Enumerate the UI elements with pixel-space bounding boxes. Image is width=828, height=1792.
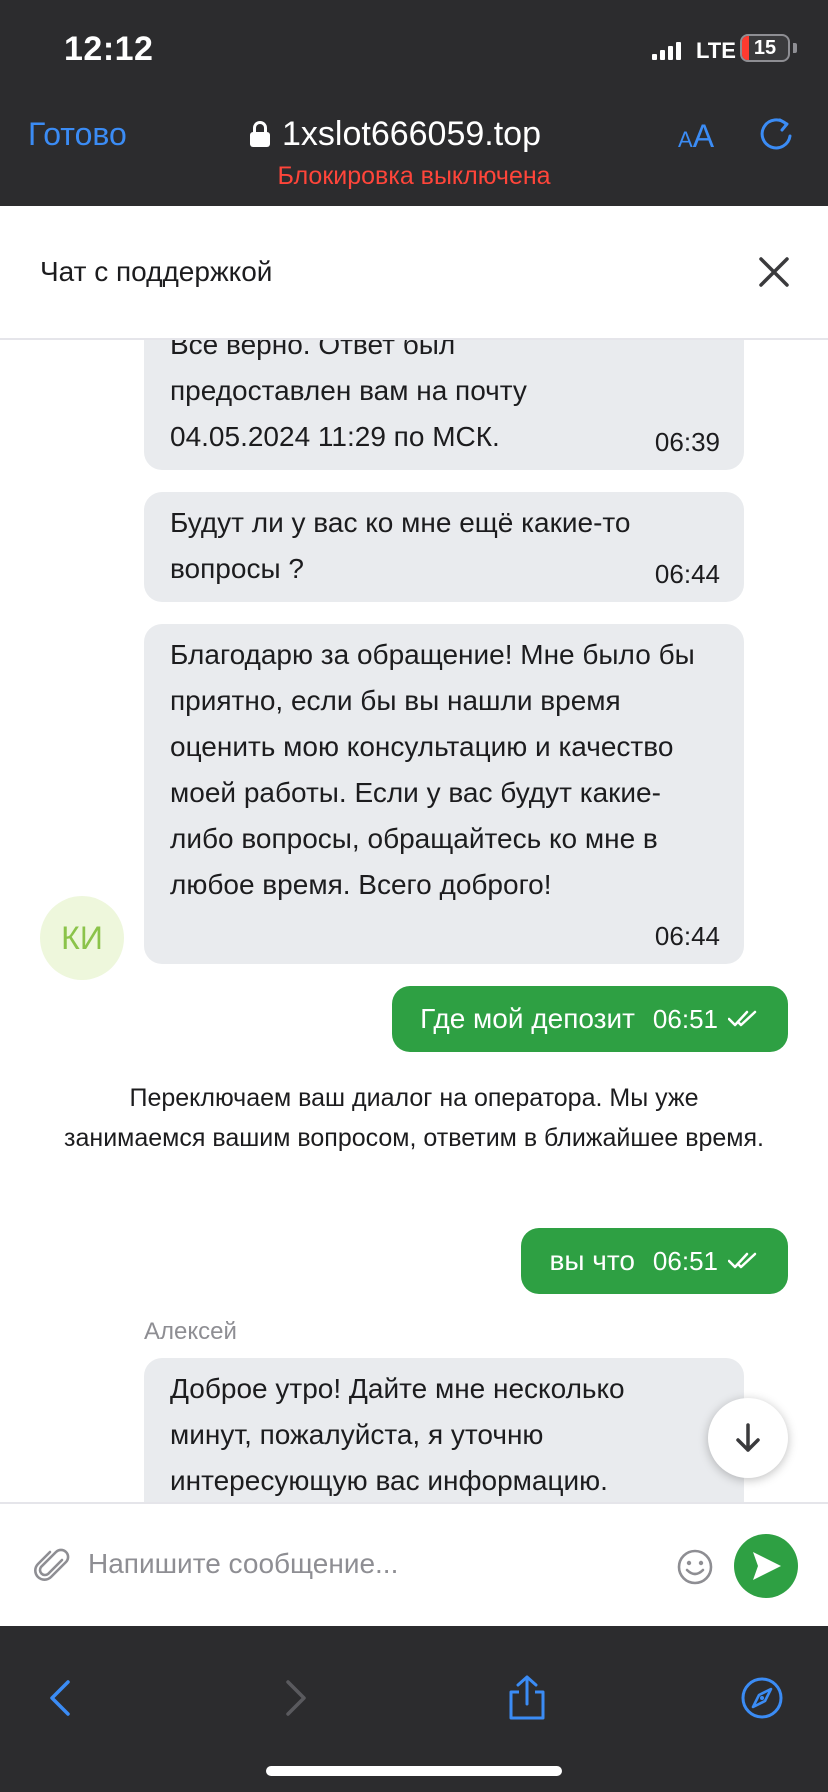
send-arrow-icon	[753, 1552, 781, 1580]
chat-header: Чат с поддержкой	[0, 206, 828, 340]
message-input[interactable]	[88, 1534, 648, 1594]
battery-level: 15	[753, 37, 777, 59]
network-type: LTE	[696, 38, 736, 63]
message-text: Будут ли у вас ко мне ещё какие-то вопро…	[170, 507, 631, 584]
message-sender-name: Алексей	[144, 1318, 237, 1345]
cellular-signal-icon	[652, 42, 682, 60]
message-time: 06:44	[654, 921, 720, 951]
message-text: Благодарю за обращение! Мне было бы прия…	[170, 639, 695, 900]
avatar: КИ	[40, 896, 124, 980]
page-domain: 1xslot666059.top	[282, 114, 541, 153]
address-bar[interactable]: 1xslot666059.top	[250, 112, 541, 156]
share-icon[interactable]	[505, 1674, 549, 1722]
message-composer	[0, 1502, 828, 1626]
browser-bottom-toolbar	[0, 1626, 828, 1792]
smiley-icon[interactable]	[676, 1548, 714, 1586]
system-message: Переключаем ваш диалог на оператора. Мы …	[64, 1084, 764, 1152]
lock-icon	[250, 121, 270, 147]
done-button[interactable]: Готово	[28, 116, 127, 153]
battery-icon: 15	[740, 34, 790, 62]
text-size-big-glyph: A	[692, 118, 715, 154]
close-icon[interactable]	[756, 254, 792, 290]
message-text: Все верно. Ответ был предоставлен вам на…	[170, 340, 527, 452]
reload-icon[interactable]	[756, 114, 796, 154]
message-time: 06:51	[652, 1245, 718, 1276]
text-size-button[interactable]: AA	[678, 118, 714, 155]
message-incoming: Доброе утро! Дайте мне несколько минут, …	[144, 1358, 744, 1502]
compass-icon[interactable]	[740, 1674, 784, 1722]
scroll-to-bottom-button[interactable]	[708, 1398, 788, 1478]
message-incoming: Благодарю за обращение! Мне было бы прия…	[144, 624, 744, 964]
message-incoming: Все верно. Ответ был предоставлен вам на…	[144, 340, 744, 470]
message-outgoing: Где мой депозит 06:51	[392, 986, 788, 1052]
message-text: вы что	[549, 1245, 635, 1276]
message-text: Доброе утро! Дайте мне несколько минут, …	[170, 1373, 625, 1496]
double-check-icon	[728, 1252, 757, 1269]
text-size-small-glyph: A	[678, 127, 693, 152]
chat-title: Чат с поддержкой	[40, 256, 273, 287]
message-list[interactable]: Все верно. Ответ был предоставлен вам на…	[0, 340, 828, 1502]
chevron-right-icon[interactable]	[274, 1674, 318, 1722]
message-time: 06:51	[652, 1003, 718, 1034]
double-check-icon	[728, 1010, 757, 1027]
paperclip-icon[interactable]	[34, 1546, 74, 1586]
browser-top-bar: 12:12 LTE 15 Готово 1xslot666059.top Бло…	[0, 0, 828, 206]
home-indicator	[266, 1766, 562, 1776]
send-button[interactable]	[734, 1534, 798, 1598]
message-incoming: Будут ли у вас ко мне ещё какие-то вопро…	[144, 492, 744, 602]
arrow-down-icon	[736, 1423, 760, 1452]
message-time: 06:44	[654, 559, 720, 589]
message-text: Где мой депозит	[420, 1003, 635, 1034]
battery-tip	[793, 43, 797, 53]
message-time: 06:39	[654, 427, 720, 457]
message-outgoing: вы что 06:51	[521, 1228, 788, 1294]
chevron-left-icon[interactable]	[38, 1674, 82, 1722]
status-time: 12:12	[64, 30, 154, 68]
blocking-status: Блокировка выключена	[277, 162, 551, 190]
